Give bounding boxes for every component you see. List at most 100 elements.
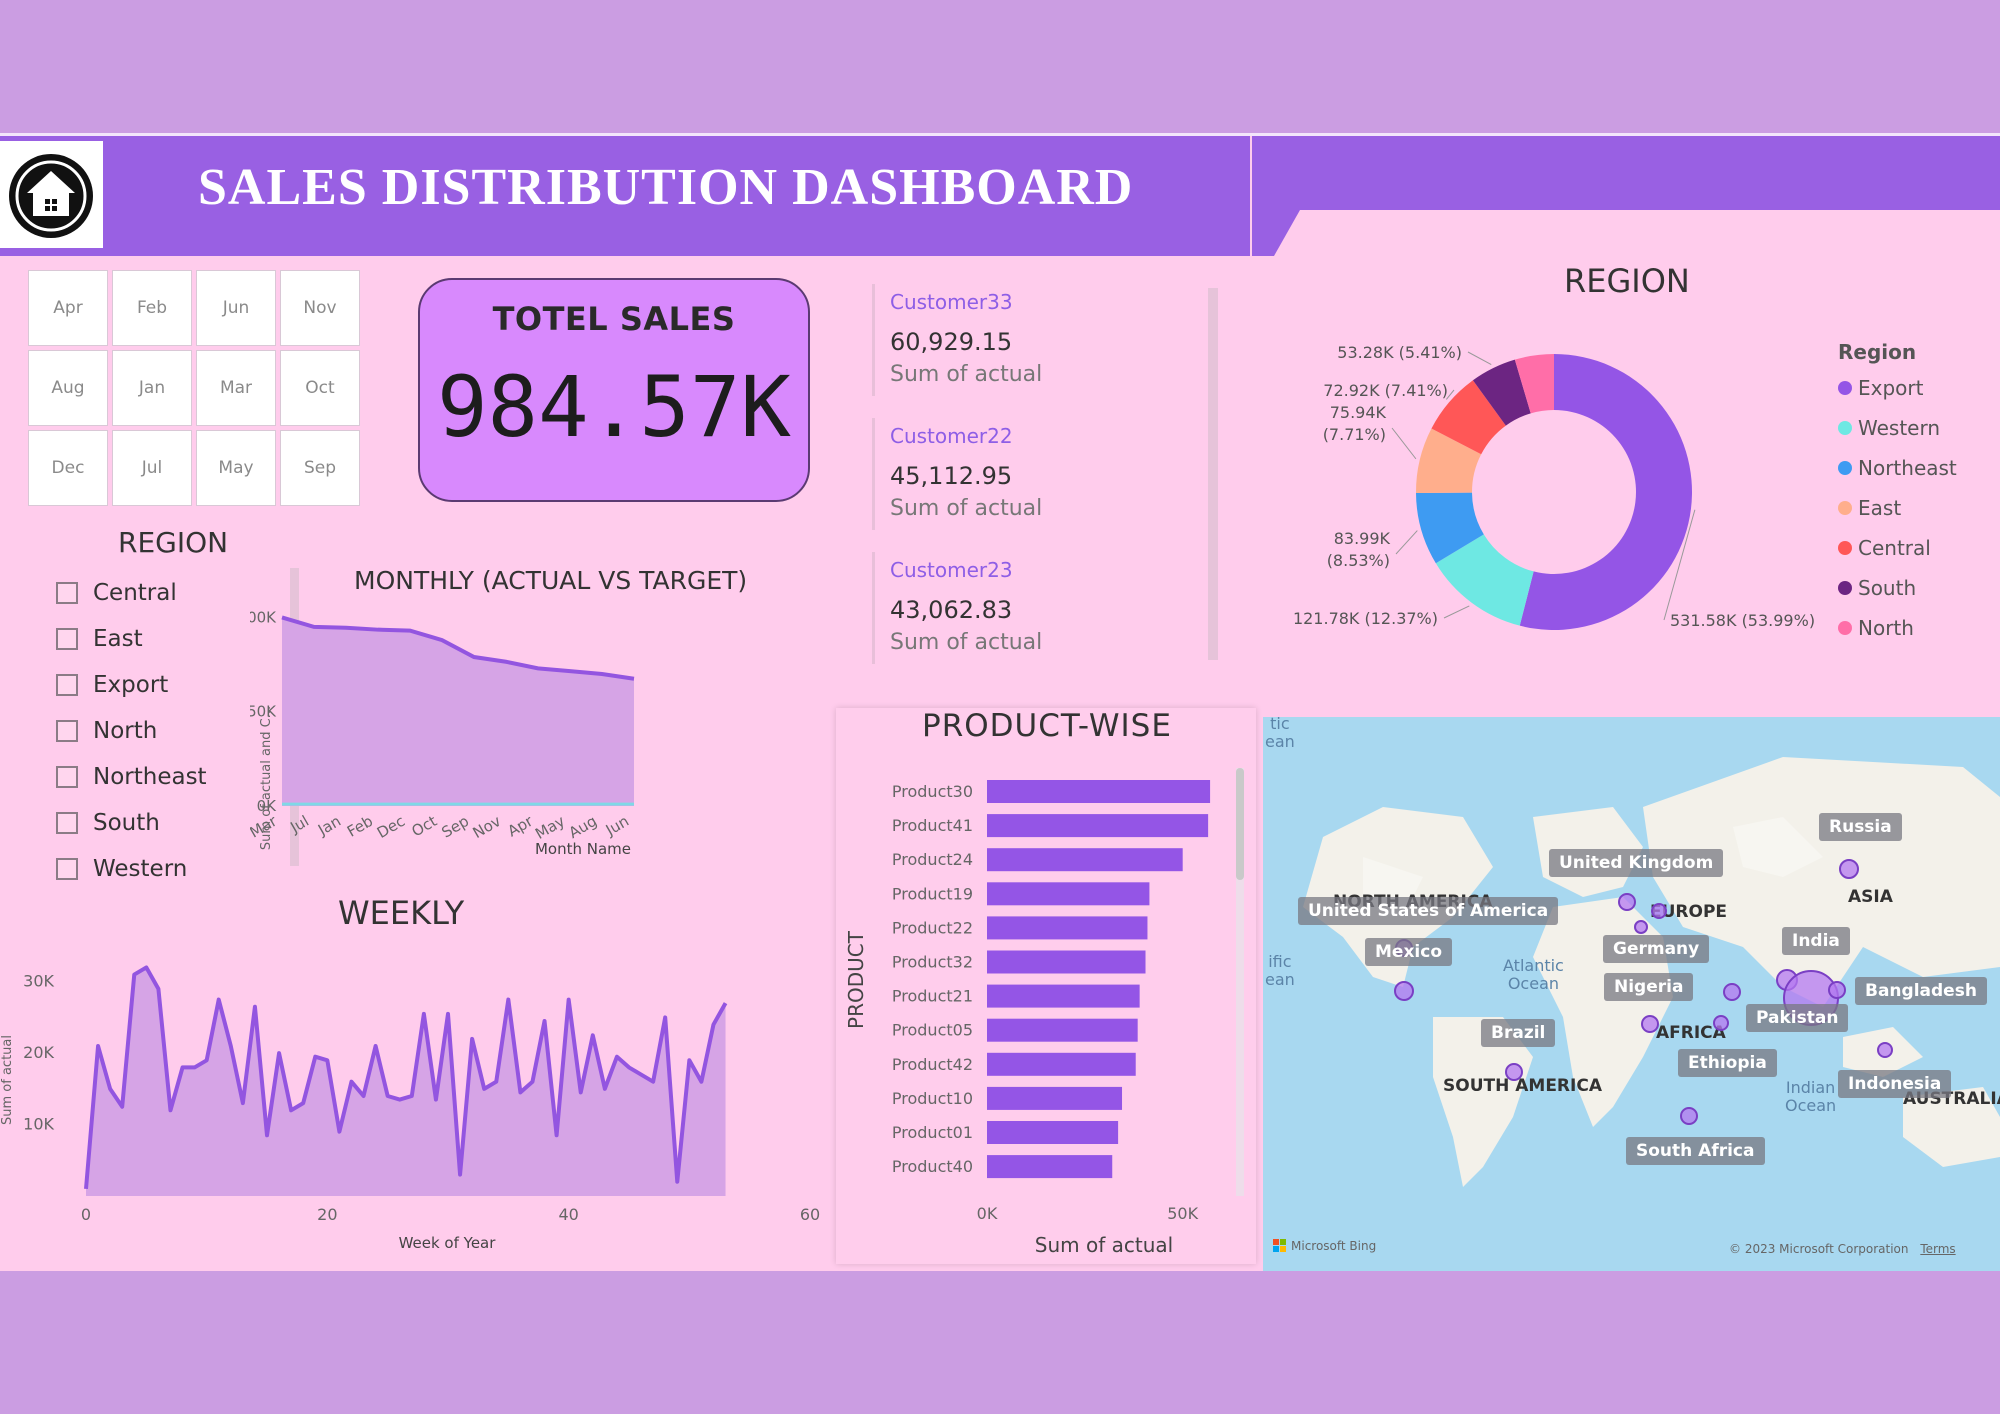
- month-button[interactable]: Nov: [280, 270, 360, 346]
- map-bubble-united-kingdom[interactable]: [1618, 893, 1636, 911]
- region-option-central[interactable]: Central: [56, 576, 177, 610]
- product-y-axis-label: PRODUCT: [844, 930, 868, 1029]
- region-slice-label: 121.78K (12.37%): [1293, 609, 1438, 628]
- map-label-pakistan[interactable]: Pakistan: [1746, 1004, 1849, 1032]
- monthly-x-tick: Dec: [374, 812, 408, 842]
- month-button[interactable]: Aug: [28, 350, 108, 426]
- region-option-label: Export: [93, 672, 169, 698]
- weekly-actual-area: [86, 967, 726, 1196]
- region-legend-label: Western: [1858, 416, 1941, 440]
- region-legend-item-central[interactable]: Central: [1838, 535, 1931, 561]
- region-legend-item-northeast[interactable]: Northeast: [1838, 455, 1957, 481]
- product-bar: [987, 916, 1148, 940]
- monthly-x-tick: Aug: [566, 812, 600, 842]
- checkbox[interactable]: [56, 766, 78, 788]
- map-label-russia[interactable]: Russia: [1819, 813, 1902, 841]
- region-option-western[interactable]: Western: [56, 852, 187, 886]
- customer-name: Customer22: [890, 424, 1013, 448]
- region-option-north[interactable]: North: [56, 714, 157, 748]
- month-button[interactable]: May: [196, 430, 276, 506]
- region-option-export[interactable]: Export: [56, 668, 168, 702]
- map-label-indonesia[interactable]: Indonesia: [1838, 1070, 1952, 1098]
- weekly-x-tick: 60: [800, 1205, 820, 1224]
- map-label-ethiopia[interactable]: Ethiopia: [1678, 1049, 1777, 1077]
- month-button[interactable]: Feb: [112, 270, 192, 346]
- product-chart: Product30 Product41 Product24 Product19 Prod…: [844, 768, 1244, 1257]
- customer-metric-label: Sum of actual: [890, 362, 1043, 387]
- region-legend-item-export[interactable]: Export: [1838, 375, 1923, 401]
- map-label-germany[interactable]: Germany: [1603, 935, 1710, 963]
- microsoft-logo-icon: [1273, 1239, 1286, 1252]
- checkbox[interactable]: [56, 628, 78, 650]
- home-button[interactable]: [0, 141, 103, 248]
- region-option-northeast[interactable]: Northeast: [56, 760, 207, 794]
- map-bubble-mexico[interactable]: [1394, 981, 1414, 1001]
- product-x-axis-label: Sum of actual: [1035, 1233, 1173, 1257]
- map-bubble-south-africa[interactable]: [1680, 1107, 1698, 1125]
- map-ocean-label: Atlantic Ocean: [1503, 956, 1564, 993]
- customer-metric-label: Sum of actual: [890, 496, 1043, 521]
- region-legend-item-north[interactable]: North: [1838, 615, 1914, 641]
- month-button[interactable]: Apr: [28, 270, 108, 346]
- map-label-south-africa[interactable]: South Africa: [1626, 1137, 1765, 1165]
- region-option-east[interactable]: East: [56, 622, 143, 656]
- map-bubble-germany[interactable]: [1634, 920, 1648, 934]
- legend-dot: [1838, 621, 1852, 635]
- map-bubble-europe[interactable]: [1651, 903, 1667, 919]
- legend-dot: [1838, 541, 1852, 555]
- monthly-x-tick: Jul: [286, 812, 312, 837]
- product-bar: [987, 1052, 1136, 1076]
- checkbox[interactable]: [56, 674, 78, 696]
- region-legend-item-east[interactable]: East: [1838, 495, 1901, 521]
- region-legend-item-south[interactable]: South: [1838, 575, 1916, 601]
- total-sales-label: TOTEL SALES: [492, 300, 736, 338]
- map-bubble-brazil[interactable]: [1505, 1063, 1523, 1081]
- checkbox[interactable]: [56, 582, 78, 604]
- month-button[interactable]: Jan: [112, 350, 192, 426]
- map-bubble-nigeria[interactable]: [1641, 1015, 1659, 1033]
- month-button[interactable]: Oct: [280, 350, 360, 426]
- region-option-south[interactable]: South: [56, 806, 160, 840]
- month-button[interactable]: Sep: [280, 430, 360, 506]
- legend-dot: [1838, 461, 1852, 475]
- customer-metric-label: Sum of actual: [890, 630, 1043, 655]
- month-button[interactable]: Jun: [196, 270, 276, 346]
- map-bubble-russia[interactable]: [1839, 859, 1859, 879]
- sales-map[interactable]: tic ean ific ean Atlantic Ocean Indian Ocean…: [1263, 717, 2000, 1271]
- product-bar: [987, 1086, 1123, 1110]
- customer-scrollbar[interactable]: [1208, 288, 1218, 660]
- monthly-x-tick: Apr: [505, 811, 537, 840]
- map-label-united-kingdom[interactable]: United Kingdom: [1549, 849, 1724, 877]
- month-slicer: Apr Feb Jun Nov Aug Jan Mar Oct Dec Jul …: [28, 270, 362, 512]
- region-legend-label: East: [1858, 496, 1902, 520]
- month-button[interactable]: Jul: [112, 430, 192, 506]
- region-option-label: Central: [93, 580, 177, 606]
- region-legend-item-western[interactable]: Western: [1838, 415, 1940, 441]
- map-label-bangladesh[interactable]: Bangladesh: [1855, 977, 1987, 1005]
- map-label-nigeria[interactable]: Nigeria: [1604, 973, 1694, 1001]
- month-button[interactable]: Mar: [196, 350, 276, 426]
- region-slice-label: 531.58K (53.99%): [1670, 611, 1815, 630]
- month-button[interactable]: Dec: [28, 430, 108, 506]
- customer-card: Customer33 60,929.15 Sum of actual: [872, 284, 1202, 396]
- map-label-mexico[interactable]: Mexico: [1365, 938, 1452, 966]
- map-bubble-nigeria-region[interactable]: [1723, 983, 1741, 1001]
- map-label-india[interactable]: India: [1782, 927, 1850, 955]
- checkbox[interactable]: [56, 720, 78, 742]
- map-bubble-indonesia[interactable]: [1877, 1042, 1893, 1058]
- region-option-label: Western: [93, 856, 188, 882]
- weekly-chart-title: WEEKLY: [338, 894, 465, 932]
- product-scrollbar-thumb[interactable]: [1236, 768, 1244, 880]
- region-option-label: North: [93, 718, 158, 744]
- map-terms-link[interactable]: Terms: [1920, 1242, 1955, 1256]
- map-bubble-ethiopia[interactable]: [1713, 1015, 1729, 1031]
- checkbox[interactable]: [56, 858, 78, 880]
- map-label-usa[interactable]: United States of America: [1298, 897, 1559, 925]
- header-notch: [1252, 210, 1300, 256]
- map-label-brazil[interactable]: Brazil: [1481, 1019, 1556, 1047]
- region-legend-label: Northeast: [1858, 456, 1957, 480]
- weekly-x-tick: 20: [317, 1205, 337, 1224]
- checkbox[interactable]: [56, 812, 78, 834]
- region-option-label: East: [93, 626, 143, 652]
- map-bubble-bangladesh[interactable]: [1828, 981, 1846, 999]
